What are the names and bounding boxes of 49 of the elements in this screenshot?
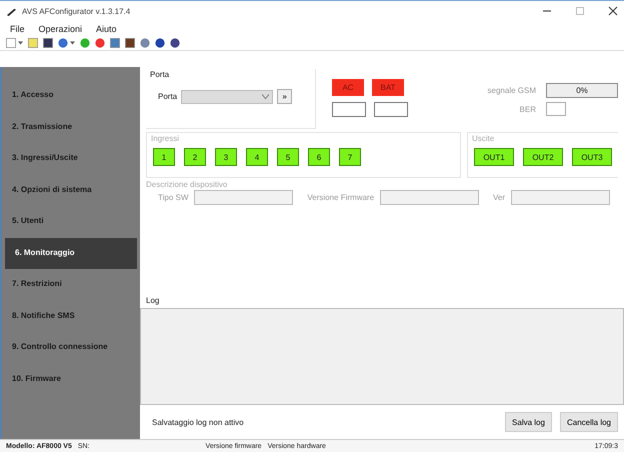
menu-item[interactable]: Operazioni (38, 24, 82, 34)
sidebar-item[interactable]: 2. Trasmissione (2, 112, 140, 143)
input-indicator: 1 (153, 148, 175, 166)
output-indicator: OUT2 (523, 148, 563, 166)
input-indicator: 3 (215, 148, 237, 166)
dropdown-caret-icon[interactable] (70, 41, 75, 45)
input-indicator: 6 (308, 148, 330, 166)
group-title: Uscite (472, 134, 494, 143)
power-indicator: AC (332, 79, 364, 96)
sidebar-item[interactable]: 8. Notifiche SMS (2, 300, 140, 332)
sidebar-item[interactable]: 10. Firmware (2, 364, 140, 395)
dropdown-caret-icon[interactable] (18, 41, 23, 45)
menu-item[interactable]: Aiuto (96, 24, 117, 34)
input-indicator: 5 (277, 148, 299, 166)
sidebar-item[interactable]: 7. Restrizioni (2, 269, 140, 300)
ber-box (546, 102, 566, 116)
input-indicator: 2 (184, 148, 206, 166)
ber-label: BER (520, 104, 536, 114)
sidebar-item[interactable]: 4. Opzioni di sistema (2, 174, 140, 206)
value-box (374, 102, 408, 117)
value-box (332, 102, 366, 117)
menu-item[interactable]: File (10, 24, 25, 34)
gsm-signal-label: segnale GSM (488, 86, 536, 95)
input-indicator: 7 (339, 148, 361, 166)
log-status-text: Salvataggio log non attivo (152, 418, 244, 426)
group-title: Descrizione dispositivo (146, 180, 228, 189)
close-icon[interactable] (608, 6, 618, 16)
sidebar-item[interactable]: 3. Ingressi/Uscite (2, 143, 140, 174)
output-indicator: OUT3 (572, 148, 612, 166)
sidebar-item[interactable]: 9. Controllo connessione (2, 332, 140, 364)
gsm-signal-box: 0% (546, 83, 618, 98)
group-title: Porta (150, 70, 170, 79)
group-title: Ingressi (151, 134, 180, 143)
field-label: Tipo SW (158, 193, 188, 202)
output-indicator: OUT1 (474, 148, 514, 166)
log-button[interactable]: Cancella log (560, 412, 618, 432)
sidebar-item[interactable]: 6. Monitoraggio (5, 238, 137, 269)
power-indicator: BAT (372, 79, 404, 96)
field-label: Ver (493, 193, 506, 202)
dropdown-caret-icon (262, 94, 270, 99)
input-indicator: 4 (246, 148, 268, 166)
port-refresh-button[interactable]: » (277, 89, 292, 104)
sidebar-item[interactable]: 1. Accesso (2, 80, 140, 112)
porta-label: Porta (158, 92, 178, 101)
field-label: Versione Firmware (307, 193, 374, 202)
log-label: Log (146, 296, 160, 305)
sidebar-item[interactable]: 5. Utenti (2, 206, 140, 238)
log-button[interactable]: Salva log (505, 412, 552, 432)
window-title: AVS AFConfigurator v.1.3.17.4 (22, 6, 130, 16)
